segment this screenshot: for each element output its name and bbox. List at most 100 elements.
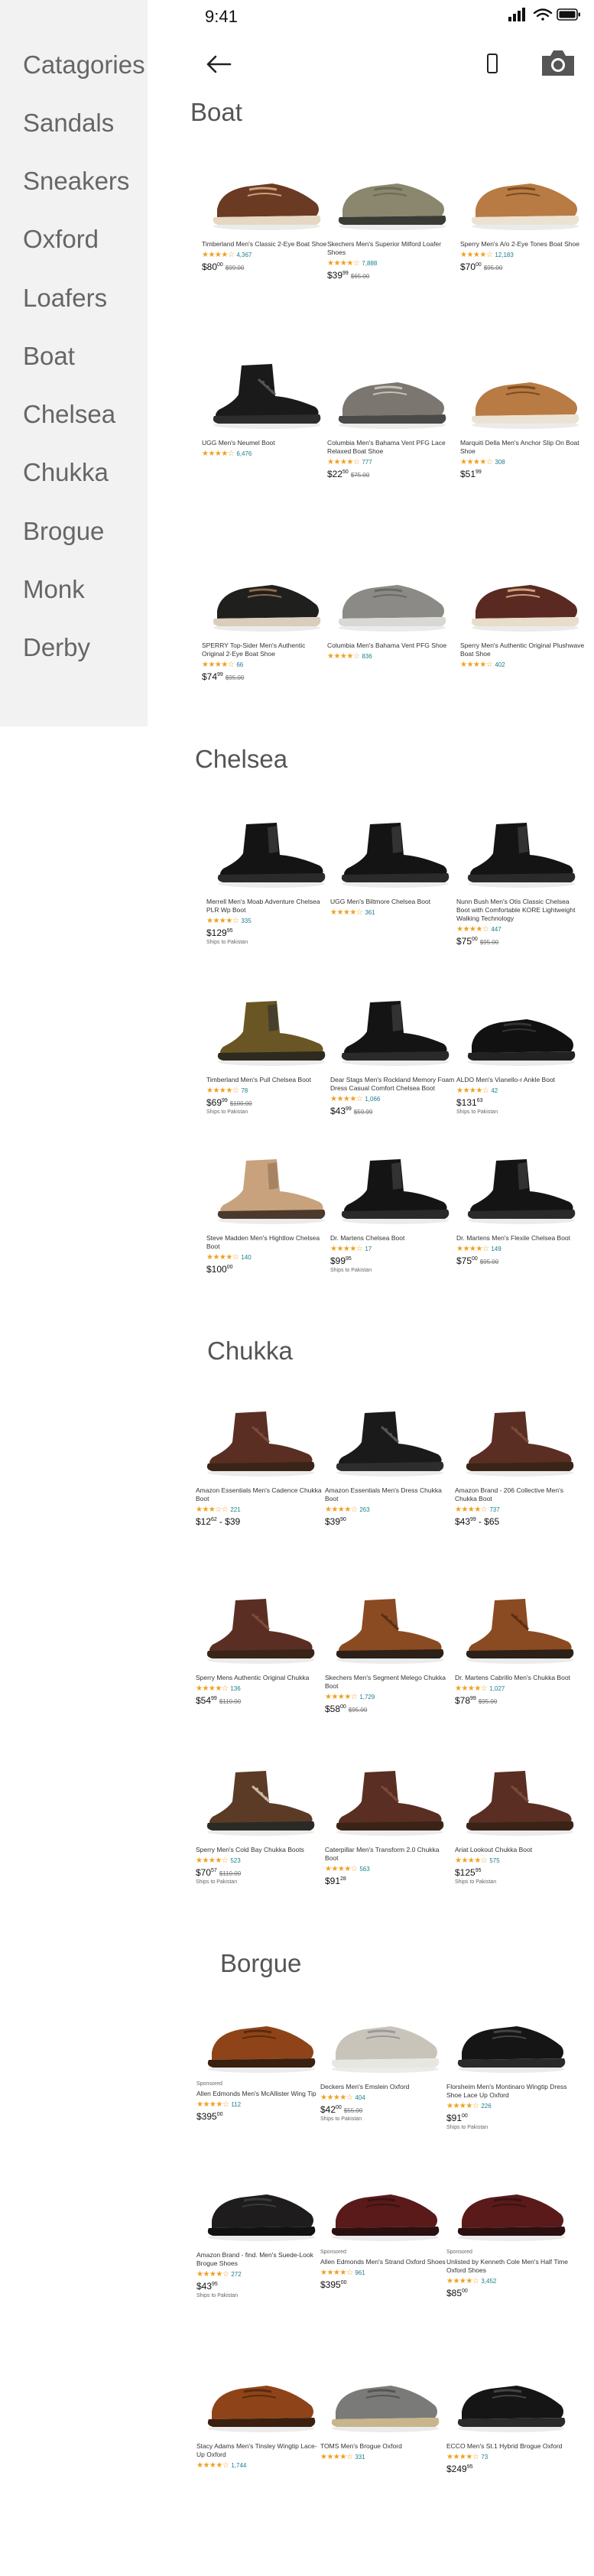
review-count[interactable]: 7,888 xyxy=(362,260,377,267)
review-count[interactable]: 149 xyxy=(491,1246,501,1252)
product-card[interactable]: TOMS Men's Brogue Oxford ★★★★☆ 331 xyxy=(320,2355,446,2461)
product-image[interactable] xyxy=(327,153,453,237)
product-name[interactable]: Timberland Men's Pull Chelsea Boot xyxy=(206,1076,333,1084)
product-image[interactable] xyxy=(446,1996,573,2080)
product-name[interactable]: Timberland Men's Classic 2-Eye Boat Shoe xyxy=(202,240,328,249)
review-count[interactable]: 221 xyxy=(230,1506,240,1513)
product-card[interactable]: UGG Men's Biltmore Chelsea Boot ★★★★☆ 361 xyxy=(330,810,456,917)
product-card[interactable]: Sponsored Allen Edmonds Men's McAllister … xyxy=(196,1996,323,2122)
review-count[interactable]: 404 xyxy=(355,2094,365,2101)
product-image[interactable] xyxy=(325,1399,451,1483)
product-name[interactable]: Sperry Men's Cold Bay Chukka Boots xyxy=(196,1846,322,1854)
product-image[interactable] xyxy=(196,1587,322,1671)
product-name[interactable]: ECCO Men's St.1 Hybrid Brogue Oxford xyxy=(446,2442,573,2451)
product-name[interactable]: Unlisted by Kenneth Cole Men's Half Time… xyxy=(446,2258,573,2275)
product-image[interactable] xyxy=(330,989,456,1073)
sidebar-item-sandals[interactable]: Sandals xyxy=(23,109,114,138)
product-image[interactable] xyxy=(196,1399,322,1483)
review-count[interactable]: 226 xyxy=(481,2103,491,2110)
product-card[interactable]: Sponsored Unlisted by Kenneth Cole Men's … xyxy=(446,2164,573,2298)
product-image[interactable] xyxy=(325,1759,451,1843)
product-name[interactable]: Allen Edmonds Men's Strand Oxford Shoes xyxy=(320,2258,446,2266)
review-count[interactable]: 523 xyxy=(230,1857,240,1864)
product-image[interactable] xyxy=(196,2164,323,2248)
product-name[interactable]: Dr. Martens Cabrillo Men's Chukka Boot xyxy=(455,1674,581,1682)
product-image[interactable] xyxy=(455,1759,581,1843)
product-name[interactable]: Amazon Brand - 206 Collective Men's Chuk… xyxy=(455,1486,581,1503)
product-card[interactable]: Timberland Men's Classic 2-Eye Boat Shoe… xyxy=(202,153,328,272)
review-count[interactable]: 1,744 xyxy=(231,2462,246,2469)
review-count[interactable]: 575 xyxy=(489,1857,499,1864)
product-card[interactable]: Amazon Brand - 206 Collective Men's Chuk… xyxy=(455,1399,581,1527)
product-card[interactable]: Sperry Mens Authentic Original Chukka ★★★… xyxy=(196,1587,322,1706)
product-image[interactable] xyxy=(460,554,586,638)
camera-icon[interactable] xyxy=(539,47,577,78)
product-card[interactable]: Deckers Men's Emslein Oxford ★★★★☆ 404 $420… xyxy=(320,1996,446,2122)
review-count[interactable]: 447 xyxy=(491,926,501,933)
product-name[interactable]: Skechers Men's Superior Milford Loafer S… xyxy=(327,240,453,257)
product-name[interactable]: Ariat Lookout Chukka Boot xyxy=(455,1846,581,1854)
product-name[interactable]: Dr. Martens Chelsea Boot xyxy=(330,1234,456,1243)
product-image[interactable] xyxy=(460,352,586,436)
sidebar-item-chukka[interactable]: Chukka xyxy=(23,458,109,487)
phone-icon[interactable] xyxy=(486,53,498,74)
review-count[interactable]: 777 xyxy=(362,459,372,466)
product-card[interactable]: Dear Stags Men's Rockland Memory Foam Dr… xyxy=(330,989,456,1116)
review-count[interactable]: 836 xyxy=(362,653,372,660)
product-card[interactable]: Ariat Lookout Chukka Boot ★★★★☆ 575 $12595 S… xyxy=(455,1759,581,1885)
review-count[interactable]: 66 xyxy=(236,661,243,668)
product-image[interactable] xyxy=(456,1147,583,1231)
product-image[interactable] xyxy=(320,2355,446,2439)
product-image[interactable] xyxy=(202,153,328,237)
product-image[interactable] xyxy=(327,352,453,436)
review-count[interactable]: 1,066 xyxy=(365,1096,380,1103)
product-name[interactable]: TOMS Men's Brogue Oxford xyxy=(320,2442,446,2451)
review-count[interactable]: 263 xyxy=(359,1506,369,1513)
product-image[interactable] xyxy=(456,989,583,1073)
product-image[interactable] xyxy=(196,1996,323,2080)
product-card[interactable]: Amazon Essentials Men's Cadence Chukka B… xyxy=(196,1399,322,1527)
product-name[interactable]: UGG Men's Neumel Boot xyxy=(202,439,328,447)
review-count[interactable]: 78 xyxy=(241,1087,248,1094)
product-card[interactable]: Dr. Martens Men's Flexile Chelsea Boot ★★… xyxy=(456,1147,583,1266)
review-count[interactable]: 272 xyxy=(231,2271,241,2278)
product-image[interactable] xyxy=(320,1996,446,2080)
review-count[interactable]: 42 xyxy=(491,1087,498,1094)
product-image[interactable] xyxy=(202,554,328,638)
product-image[interactable] xyxy=(455,1587,581,1671)
sidebar-item-boat[interactable]: Boat xyxy=(23,342,75,371)
sidebar-item-sneakers[interactable]: Sneakers xyxy=(23,167,129,196)
product-image[interactable] xyxy=(446,2355,573,2439)
product-card[interactable]: Marquiti Della Men's Anchor Slip On Boat… xyxy=(460,352,586,479)
product-image[interactable] xyxy=(206,810,333,895)
product-name[interactable]: Deckers Men's Emslein Oxford xyxy=(320,2083,446,2091)
product-card[interactable]: ALDO Men's Vianello-r Ankle Boot ★★★★☆ 42 $… xyxy=(456,989,583,1115)
review-count[interactable]: 331 xyxy=(355,2454,365,2461)
product-card[interactable]: Caterpillar Men's Transform 2.0 Chukka B… xyxy=(325,1759,451,1886)
product-image[interactable] xyxy=(206,1147,333,1231)
review-count[interactable]: 112 xyxy=(231,2101,241,2108)
product-image[interactable] xyxy=(206,989,333,1073)
sidebar-item-brogue[interactable]: Brogue xyxy=(23,517,104,546)
product-name[interactable]: Amazon Brand - find. Men's Suede-Look Br… xyxy=(196,2251,323,2268)
product-name[interactable]: ALDO Men's Vianello-r Ankle Boot xyxy=(456,1076,583,1084)
sidebar-item-monk[interactable]: Monk xyxy=(23,575,85,604)
review-count[interactable]: 308 xyxy=(495,459,505,466)
product-name[interactable]: SPERRY Top-Sider Men's Authentic Origina… xyxy=(202,642,328,658)
product-card[interactable]: Amazon Brand - find. Men's Suede-Look Br… xyxy=(196,2164,323,2298)
product-name[interactable]: Dr. Martens Men's Flexile Chelsea Boot xyxy=(456,1234,583,1243)
product-card[interactable]: SPERRY Top-Sider Men's Authentic Origina… xyxy=(202,554,328,682)
product-card[interactable]: Skechers Men's Superior Milford Loafer S… xyxy=(327,153,453,281)
product-name[interactable]: Sperry Men's A/o 2-Eye Tones Boat Shoe xyxy=(460,240,586,249)
review-count[interactable]: 737 xyxy=(489,1506,499,1513)
sidebar-item-oxford[interactable]: Oxford xyxy=(23,225,99,254)
review-count[interactable]: 17 xyxy=(365,1246,372,1252)
review-count[interactable]: 6,476 xyxy=(236,450,252,457)
product-card[interactable]: Dr. Martens Cabrillo Men's Chukka Boot ★★… xyxy=(455,1587,581,1706)
product-name[interactable]: Amazon Essentials Men's Cadence Chukka B… xyxy=(196,1486,322,1503)
review-count[interactable]: 335 xyxy=(241,918,251,924)
product-card[interactable]: Columbia Men's Bahama Vent PFG Shoe ★★★★☆… xyxy=(327,554,453,661)
sidebar-item-derby[interactable]: Derby xyxy=(23,633,90,662)
product-name[interactable]: UGG Men's Biltmore Chelsea Boot xyxy=(330,898,456,906)
product-image[interactable] xyxy=(327,554,453,638)
